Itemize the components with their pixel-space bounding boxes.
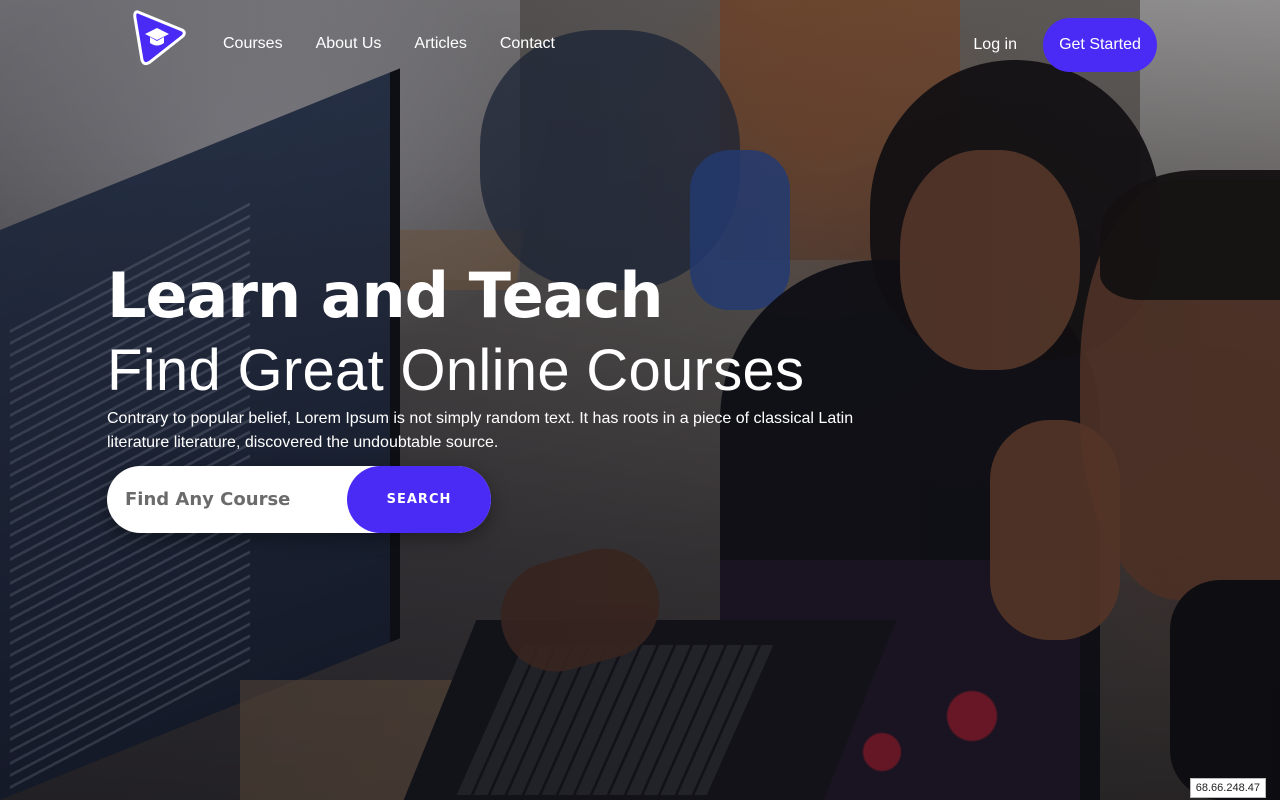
search-button[interactable]: SEARCH [347, 466, 491, 533]
course-search-form: SEARCH [107, 466, 491, 533]
hero-subtitle: Find Great Online Courses [107, 338, 805, 403]
nav-link-about-us[interactable]: About Us [316, 33, 382, 55]
nav-link-courses[interactable]: Courses [223, 33, 283, 55]
course-search-input[interactable] [125, 466, 345, 533]
hero-description: Contrary to popular belief, Lorem Ipsum … [107, 410, 854, 451]
ip-address-badge: 68.66.248.47 [1189, 778, 1266, 798]
hero-title: Learn and Teach [107, 259, 663, 332]
logo[interactable] [132, 8, 188, 66]
nav-actions: Log in Get Started [973, 18, 1157, 72]
login-link[interactable]: Log in [973, 36, 1017, 54]
get-started-button[interactable]: Get Started [1043, 18, 1157, 72]
main-nav: Courses About Us Articles Contact [223, 33, 588, 55]
graduation-cap-icon [133, 10, 186, 66]
nav-link-articles[interactable]: Articles [414, 33, 466, 55]
nav-link-contact[interactable]: Contact [500, 33, 555, 55]
